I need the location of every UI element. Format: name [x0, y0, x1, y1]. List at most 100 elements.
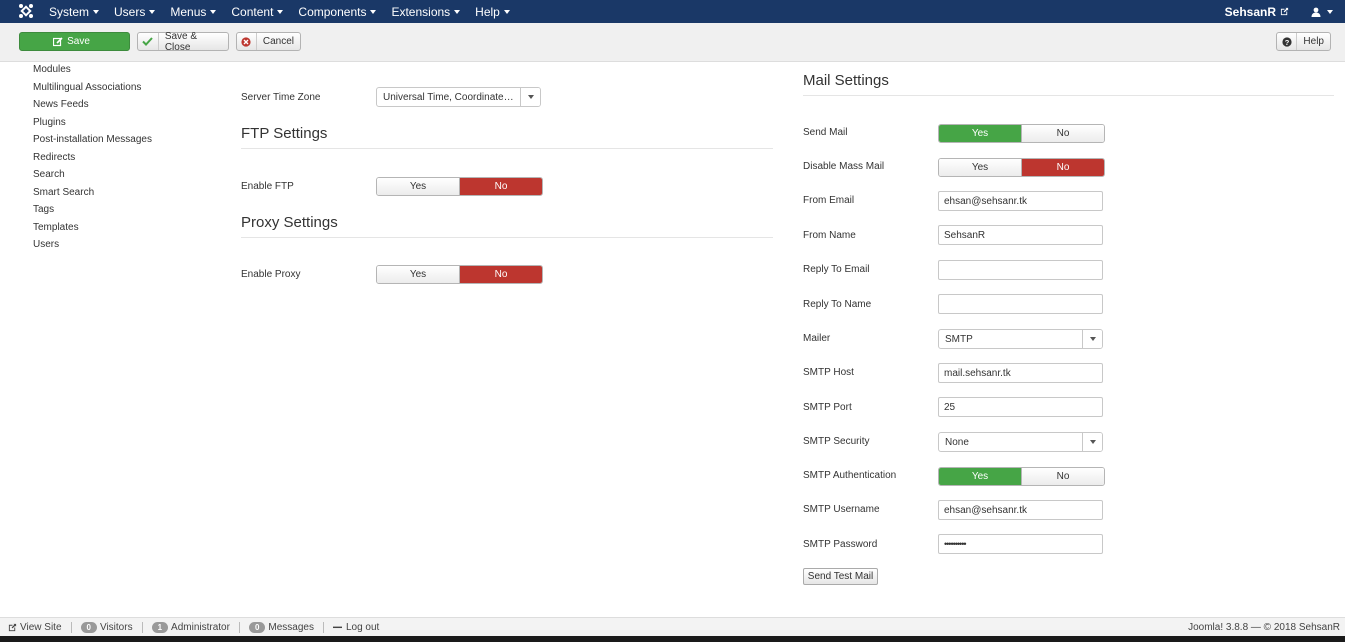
cancel-button[interactable]: Cancel [236, 32, 301, 51]
mailer-label: Mailer [803, 333, 831, 344]
joomla-logo-icon[interactable] [18, 3, 34, 19]
server-timezone-select[interactable]: Universal Time, Coordinated (UTC) [376, 87, 541, 107]
disable-mass-mail-yes[interactable]: Yes [939, 159, 1021, 176]
chevron-down-icon [1082, 330, 1102, 348]
from-name-label: From Name [803, 230, 856, 241]
sidebar-nav: Modules Multilingual Associations News F… [33, 64, 152, 257]
smtp-authentication-yes[interactable]: Yes [939, 468, 1021, 485]
disable-mass-mail-label: Disable Mass Mail [803, 161, 885, 172]
bottom-strip [0, 636, 1345, 642]
smtp-authentication-label: SMTP Authentication [803, 470, 897, 481]
menu-help[interactable]: Help [475, 5, 510, 19]
navbar-right: SehsanR [1225, 0, 1333, 23]
enable-ftp-yes[interactable]: Yes [377, 178, 459, 195]
from-email-label: From Email [803, 195, 855, 206]
mailer-select[interactable]: SMTP [938, 329, 1103, 349]
sidebar-item-search[interactable]: Search [33, 169, 152, 187]
smtp-port-field[interactable]: 25 [938, 397, 1103, 417]
smtp-username-label: SMTP Username [803, 504, 880, 515]
site-name-link[interactable]: SehsanR [1225, 5, 1289, 19]
sidebar-item-plugins[interactable]: Plugins [33, 117, 152, 135]
enable-ftp-toggle: Yes No [376, 177, 543, 196]
chevron-down-icon [93, 10, 100, 15]
reply-to-name-label: Reply To Name [803, 299, 872, 310]
external-link-icon [1280, 7, 1289, 16]
smtp-password-label: SMTP Password [803, 539, 878, 550]
svg-text:?: ? [1284, 37, 1289, 46]
sidebar-item-modules[interactable]: Modules [33, 64, 152, 82]
enable-proxy-label: Enable Proxy [241, 269, 301, 280]
save-button[interactable]: Save [19, 32, 130, 51]
menu-menus[interactable]: Menus [170, 5, 217, 19]
menu-components[interactable]: Components [298, 5, 377, 19]
administrator-link[interactable]: 1 Administrator [151, 621, 240, 633]
question-icon: ? [1277, 33, 1298, 50]
from-email-field[interactable]: ehsan@sehsanr.tk [938, 191, 1103, 211]
smtp-host-label: SMTP Host [803, 367, 854, 378]
chevron-down-icon [277, 10, 284, 15]
smtp-security-label: SMTP Security [803, 436, 870, 447]
top-navbar: System Users Menus Content Components Ex… [0, 0, 1345, 23]
send-mail-yes[interactable]: Yes [939, 125, 1021, 142]
sidebar-item-users[interactable]: Users [33, 239, 152, 257]
from-name-field[interactable]: SehsanR [938, 225, 1103, 245]
smtp-password-field[interactable]: •••••••••• [938, 534, 1103, 554]
sidebar-item-tags[interactable]: Tags [33, 204, 152, 222]
disable-mass-mail-no[interactable]: No [1021, 159, 1104, 176]
edit-icon [53, 36, 63, 46]
sidebar-item-redirects[interactable]: Redirects [33, 152, 152, 170]
ftp-settings-heading: FTP Settings [241, 125, 328, 142]
minus-icon [332, 626, 342, 628]
smtp-port-label: SMTP Port [803, 402, 852, 413]
proxy-settings-heading: Proxy Settings [241, 214, 338, 231]
external-link-icon [8, 623, 17, 631]
checkmark-icon [138, 33, 159, 50]
messages-count-badge: 0 [248, 621, 266, 633]
user-menu[interactable] [1311, 7, 1333, 17]
enable-proxy-no[interactable]: No [459, 266, 542, 283]
send-mail-no[interactable]: No [1021, 125, 1104, 142]
chevron-down-icon [1082, 433, 1102, 451]
chevron-down-icon [454, 10, 461, 15]
disable-mass-mail-toggle: Yes No [938, 158, 1105, 177]
save-close-button[interactable]: Save & Close [137, 31, 229, 53]
menu-extensions[interactable]: Extensions [391, 5, 461, 19]
logout-link[interactable]: Log out [332, 622, 388, 633]
menu-system[interactable]: System [49, 5, 100, 19]
toolbar: Save Save & Close Cancel ? Help [0, 23, 1345, 62]
smtp-authentication-toggle: Yes No [938, 467, 1105, 486]
main-menu: System Users Menus Content Components Ex… [49, 0, 525, 23]
chevron-down-icon [503, 10, 510, 15]
send-test-mail-button[interactable]: Send Test Mail [803, 568, 878, 585]
enable-ftp-label: Enable FTP [241, 181, 294, 192]
smtp-security-select[interactable]: None [938, 432, 1103, 452]
visitors-link[interactable]: 0 Visitors [80, 621, 143, 633]
visitors-count-badge: 0 [80, 621, 97, 633]
divider [803, 95, 1334, 96]
sidebar-item-post-installation-messages[interactable]: Post-installation Messages [33, 134, 152, 152]
user-icon [1311, 7, 1321, 17]
send-mail-label: Send Mail [803, 127, 848, 138]
smtp-authentication-no[interactable]: No [1021, 468, 1104, 485]
version-text: Joomla! 3.8.8 — © 2018 SehsanR [1188, 622, 1340, 633]
sidebar-item-multilingual-associations[interactable]: Multilingual Associations [33, 82, 152, 100]
smtp-host-field[interactable]: mail.sehsanr.tk [938, 363, 1103, 383]
enable-ftp-no[interactable]: No [459, 178, 542, 195]
smtp-username-field[interactable]: ehsan@sehsanr.tk [938, 500, 1103, 520]
divider [241, 237, 773, 238]
sidebar-item-templates[interactable]: Templates [33, 222, 152, 240]
messages-link[interactable]: 0 Messages [248, 621, 324, 633]
help-button[interactable]: ? Help [1276, 32, 1331, 51]
chevron-down-icon [370, 10, 377, 15]
sidebar-item-smart-search[interactable]: Smart Search [33, 187, 152, 205]
chevron-down-icon [1327, 9, 1333, 14]
reply-to-name-field[interactable] [938, 294, 1103, 314]
menu-users[interactable]: Users [114, 5, 156, 19]
reply-to-email-field[interactable] [938, 260, 1103, 280]
mail-settings-heading: Mail Settings [803, 72, 889, 89]
chevron-down-icon [210, 10, 217, 15]
view-site-link[interactable]: View Site [8, 621, 72, 633]
enable-proxy-yes[interactable]: Yes [377, 266, 459, 283]
sidebar-item-news-feeds[interactable]: News Feeds [33, 99, 152, 117]
menu-content[interactable]: Content [231, 5, 284, 19]
